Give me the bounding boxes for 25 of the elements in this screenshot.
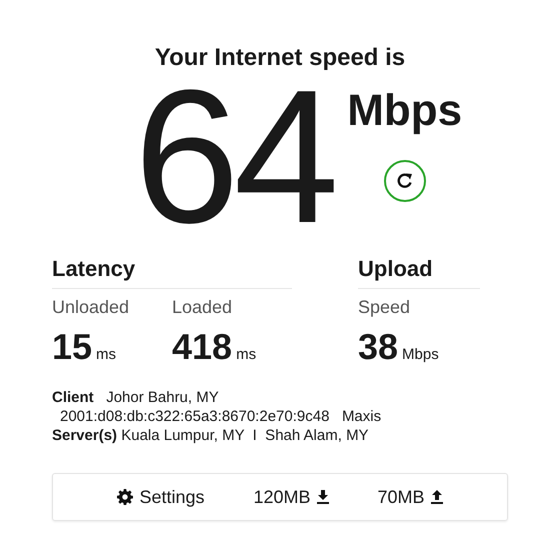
metric-label: Loaded — [172, 297, 234, 318]
metric-unit: ms — [236, 346, 256, 363]
speed-heading: Your Internet speed is — [154, 44, 406, 72]
metric-label: Speed — [358, 297, 412, 318]
speed-unit: Mbps — [347, 86, 462, 136]
metric-unit: ms — [96, 346, 116, 363]
client-address: 2001:d08:db:c322:65a3:8670:2e70:9c48 Maxis — [59, 407, 382, 426]
metric-value: 418 — [172, 326, 232, 368]
refresh-icon — [394, 171, 415, 191]
client-info: Client Johor Bahru, MY — [52, 388, 220, 407]
settings-button[interactable]: Settings — [117, 486, 205, 508]
server-info: Server(s) Kuala Lumpur, MY I Shah Alam, MY — [52, 426, 370, 445]
download-size-button[interactable]: 120MB — [253, 486, 329, 508]
metric-unit: Mbps — [402, 346, 439, 363]
metric-value: 38 — [358, 326, 398, 368]
speed-value: 64 — [134, 72, 334, 242]
metric-value: 15 — [52, 326, 92, 368]
gear-icon — [117, 489, 134, 505]
upload-icon — [430, 490, 442, 504]
upload-size-button[interactable]: 70MB — [377, 486, 442, 508]
metric-label: Unloaded — [52, 297, 130, 318]
section-heading: Latency — [52, 256, 292, 289]
section-heading: Upload — [358, 256, 480, 289]
refresh-button[interactable] — [384, 160, 426, 202]
download-icon — [316, 490, 329, 504]
